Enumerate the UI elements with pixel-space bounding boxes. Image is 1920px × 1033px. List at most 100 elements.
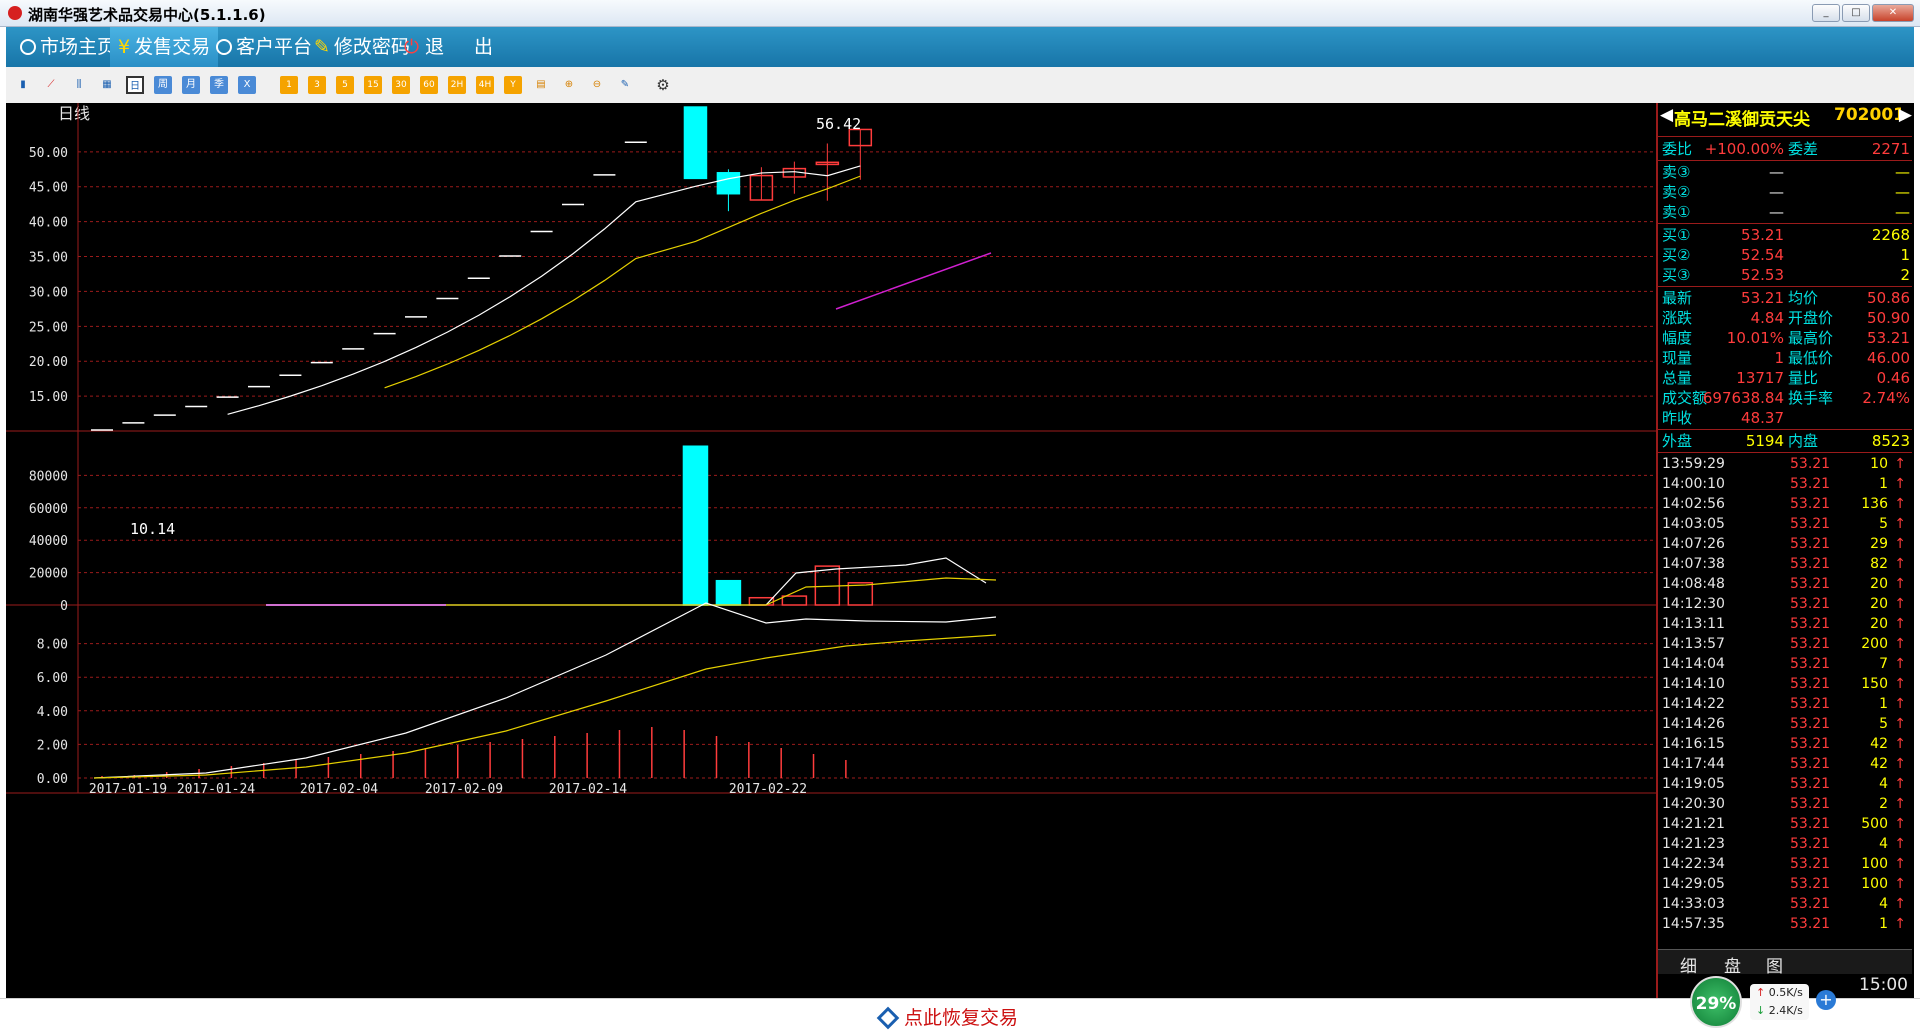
tick-price: 53.21	[1790, 576, 1831, 592]
download-speed: 2.4K/s	[1768, 1004, 1803, 1017]
tick-volume: 500	[1861, 816, 1888, 832]
tick-time: 14:57:35	[1662, 916, 1725, 932]
network-monitor-widget[interactable]: 29% ↑ 0.5K/s ↓ 2.4K/s +	[1688, 974, 1836, 1030]
candle-body	[716, 172, 741, 195]
candle-chart-icon[interactable]: ⫼	[70, 76, 88, 94]
buy-price: 53.21	[1741, 226, 1784, 244]
tick-time: 14:14:26	[1662, 716, 1725, 732]
high-price-label: 56.42	[816, 115, 861, 133]
kline-chart-area[interactable]: 日线 56.42 10.14 50.00 45.00 40.00 35.00 30.00…	[6, 103, 1656, 998]
date-tick-label: 2017-02-04	[300, 782, 378, 797]
price-tick-label: 40.00	[29, 216, 68, 231]
tick-time: 14:14:10	[1662, 676, 1725, 692]
stat-value: 4.84	[1750, 309, 1784, 327]
tick-volume: 4	[1879, 836, 1888, 852]
up-arrow-icon: ↑	[1894, 616, 1906, 632]
stat-value: 13717	[1736, 369, 1784, 387]
date-tick-label: 2017-02-22	[729, 782, 807, 797]
close-button[interactable]: ✕	[1872, 4, 1914, 22]
notes-icon[interactable]: ▤	[532, 76, 550, 94]
menu-market-home[interactable]: 市场主页	[20, 27, 116, 67]
stat-value-2: 50.90	[1867, 309, 1910, 327]
net-usage-percent: 29%	[1690, 976, 1742, 1028]
sell-price: —	[1769, 183, 1784, 201]
client-platform-icon	[216, 39, 232, 55]
stat-label-2: 均价	[1788, 289, 1819, 307]
stat-label-2: 最高价	[1788, 329, 1834, 347]
tick-time: 14:14:22	[1662, 696, 1725, 712]
add-widget-icon[interactable]: +	[1816, 990, 1836, 1010]
tick-price: 53.21	[1790, 656, 1831, 672]
neipan-value: 8523	[1871, 432, 1910, 450]
period-1min[interactable]: 1	[280, 76, 298, 94]
up-arrow-icon: ↑	[1894, 876, 1906, 892]
period-year-y[interactable]: Y	[504, 76, 522, 94]
volume-tick-label: 40000	[29, 534, 68, 549]
menu-client-platform[interactable]: 客户平台	[216, 27, 312, 67]
zoom-out-icon[interactable]: ⊖	[588, 76, 606, 94]
period-30min[interactable]: 30	[392, 76, 410, 94]
tick-price: 53.21	[1790, 796, 1831, 812]
period-5min[interactable]: 5	[336, 76, 354, 94]
stat-label-2: 开盘价	[1788, 309, 1834, 327]
bar-chart-icon[interactable]: ▮	[14, 76, 32, 94]
draw-line-icon[interactable]: ✎	[616, 76, 634, 94]
menu-change-password[interactable]: ✎ 修改密码	[314, 27, 410, 67]
sell-price: —	[1769, 203, 1784, 221]
calendar-icon[interactable]: ▦	[98, 76, 116, 94]
sell-volume: —	[1895, 163, 1910, 181]
inout-row: 外盘 5194 内盘 8523	[1658, 431, 1912, 451]
sell-price: —	[1769, 163, 1784, 181]
line-chart-icon[interactable]: ⟋	[42, 76, 60, 94]
tick-volume: 100	[1861, 856, 1888, 872]
stat-label: 涨跌	[1662, 309, 1693, 327]
trade-tick-row: 14:20:30 53.21 2 ↑	[1658, 794, 1912, 814]
period-60min[interactable]: 60	[420, 76, 438, 94]
period-month[interactable]: 月	[182, 76, 200, 94]
buy-level-label: 买③	[1662, 266, 1691, 284]
tick-volume: 1	[1879, 696, 1888, 712]
indicator-tick-label: 0.00	[37, 772, 68, 787]
period-2h[interactable]: 2H	[448, 76, 466, 94]
stat-label: 幅度	[1662, 329, 1693, 347]
tick-price: 53.21	[1790, 596, 1831, 612]
tick-price: 53.21	[1790, 456, 1831, 472]
period-15min[interactable]: 15	[364, 76, 382, 94]
minimize-button[interactable]: _	[1812, 4, 1840, 22]
menu-issue-trade[interactable]: ¥ 发售交易	[110, 27, 219, 67]
indicator-tick-label: 4.00	[37, 705, 68, 720]
tick-volume: 42	[1870, 756, 1888, 772]
period-day[interactable]: 日	[126, 76, 144, 94]
prev-item-arrow-icon[interactable]: ◀	[1660, 105, 1673, 125]
stat-label-2: 换手率	[1788, 389, 1834, 407]
tick-time: 14:33:03	[1662, 896, 1725, 912]
next-item-arrow-icon[interactable]: ▶	[1899, 105, 1912, 125]
period-4h[interactable]: 4H	[476, 76, 494, 94]
maximize-button[interactable]: □	[1842, 4, 1870, 22]
tick-volume: 136	[1861, 496, 1888, 512]
market-home-icon	[20, 39, 36, 55]
menu-exit[interactable]: ⏻ 退出	[404, 27, 493, 67]
tick-volume: 10	[1870, 456, 1888, 472]
period-year[interactable]: X	[238, 76, 256, 94]
price-tick-label: 30.00	[29, 285, 68, 300]
settings-gear-icon[interactable]: ⚙	[654, 76, 672, 94]
trade-tick-row: 14:13:11 53.21 20 ↑	[1658, 614, 1912, 634]
period-week[interactable]: 周	[154, 76, 172, 94]
tick-time: 14:22:34	[1662, 856, 1725, 872]
low-price-label: 10.14	[130, 520, 175, 538]
tick-time: 14:21:21	[1662, 816, 1725, 832]
buy-price: 52.53	[1741, 266, 1784, 284]
trade-tick-row: 14:13:57 53.21 200 ↑	[1658, 634, 1912, 654]
stat-row: 昨收 48.37	[1658, 408, 1912, 428]
up-arrow-icon: ↑	[1894, 796, 1906, 812]
period-quarter[interactable]: 季	[210, 76, 228, 94]
period-3min[interactable]: 3	[308, 76, 326, 94]
up-arrow-icon: ↑	[1894, 516, 1906, 532]
waipan-label: 外盘	[1662, 432, 1693, 450]
tick-price: 53.21	[1790, 736, 1831, 752]
up-arrow-icon: ↑	[1894, 576, 1906, 592]
restore-trading-link[interactable]: 点此恢复交易	[876, 1003, 1018, 1030]
zoom-in-icon[interactable]: ⊕	[560, 76, 578, 94]
period-label: 日线	[58, 104, 90, 123]
